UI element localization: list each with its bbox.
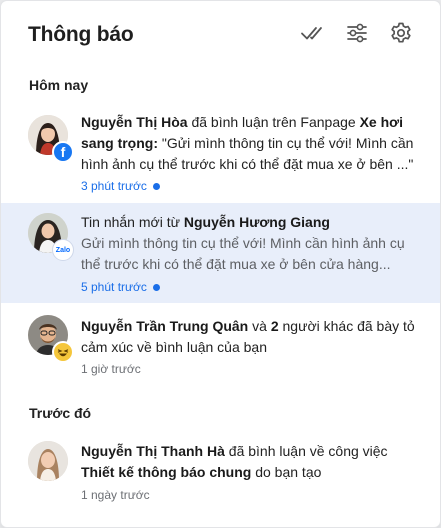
- filter-sliders-icon[interactable]: [344, 20, 370, 46]
- notification-text: Nguyễn Thị Hòa đã bình luận trên Fanpage…: [81, 112, 418, 175]
- prefix-text: Tin nhắn mới từ: [81, 214, 184, 230]
- time-label: 5 phút trước: [81, 280, 147, 294]
- timestamp: 1 ngày trước: [81, 488, 150, 502]
- action-text: đã bình luận về công việc: [224, 443, 388, 459]
- others-count: 2: [270, 318, 279, 334]
- zalo-icon: Zalo: [52, 239, 74, 261]
- laughing-emoji-icon: [52, 341, 74, 363]
- time-label: 3 phút trước: [81, 179, 147, 193]
- avatar: [28, 441, 70, 483]
- notification-text: Nguyễn Thị Thanh Hà đã bình luận về công…: [81, 441, 418, 483]
- actor-name: Nguyễn Hương Giang: [183, 214, 330, 230]
- avatar: f: [28, 115, 74, 163]
- section-today-label: Hôm nay: [29, 77, 89, 93]
- actor-name: Nguyễn Trần Trung Quân: [81, 318, 249, 334]
- avatar: [28, 315, 74, 363]
- notification-item[interactable]: Zalo Tin nhắn mới từ Nguyễn Hương Giang …: [1, 203, 440, 303]
- notification-item[interactable]: Nguyễn Thị Thanh Hà đã bình luận về công…: [1, 431, 440, 515]
- avatar: Zalo: [28, 213, 74, 261]
- unread-dot: [152, 283, 160, 291]
- join-text: và: [248, 318, 271, 334]
- notification-item[interactable]: Nguyễn Trần Trung Quân và 2 người khác đ…: [1, 305, 440, 391]
- mark-all-read-icon[interactable]: [299, 20, 325, 46]
- timestamp: 1 giờ trước: [81, 362, 141, 376]
- avatar-image: [28, 441, 68, 481]
- action-text: đã bình luận trên Fanpage: [187, 114, 360, 130]
- timestamp: 3 phút trước: [81, 179, 160, 193]
- settings-gear-icon[interactable]: [388, 20, 414, 46]
- actor-name: Nguyễn Thị Thanh Hà: [81, 443, 225, 459]
- message-text: Gửi mình thông tin cụ thể với! Mình cần …: [81, 235, 405, 272]
- unread-dot: [152, 182, 160, 190]
- notification-item[interactable]: f Nguyễn Thị Hòa đã bình luận trên Fanpa…: [1, 101, 440, 203]
- panel-header: Thông báo: [1, 1, 440, 71]
- suffix-text: do bạn tạo: [251, 464, 322, 480]
- target-name: Thiết kế thông báo chung: [81, 464, 252, 480]
- page-title: Thông báo: [28, 23, 134, 46]
- facebook-icon: f: [52, 141, 74, 163]
- actor-name: Nguyễn Thị Hòa: [81, 114, 188, 130]
- notification-text: Nguyễn Trần Trung Quân và 2 người khác đ…: [81, 316, 418, 358]
- section-earlier-label: Trước đó: [29, 405, 92, 421]
- notification-text: Tin nhắn mới từ Nguyễn Hương Giang Gửi m…: [81, 212, 418, 275]
- timestamp: 5 phút trước: [81, 280, 160, 294]
- notifications-panel: Thông báo Hôm nay f Nguyễn Thị Hòa đã bì…: [1, 1, 440, 527]
